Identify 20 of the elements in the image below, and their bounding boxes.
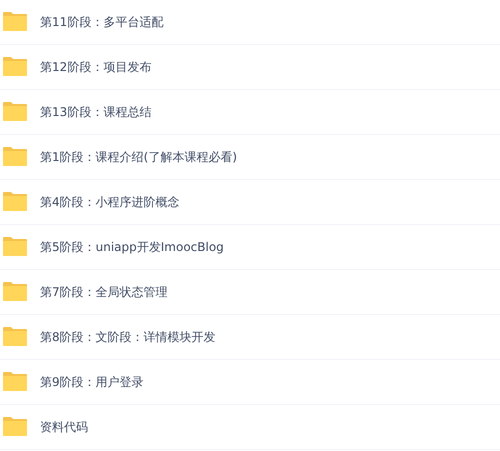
folder-name[interactable]: 第9阶段：用户登录 <box>40 374 144 390</box>
folder-icon <box>2 280 28 302</box>
folder-icon <box>2 236 28 256</box>
folder-name[interactable]: 第12阶段：项目发布 <box>40 58 152 76</box>
folder-icon <box>2 100 28 122</box>
folder-icon <box>2 326 28 346</box>
folder-name[interactable]: 第5阶段：uniapp开发ImoocBlog <box>40 238 224 256</box>
folder-name[interactable]: 第1阶段：课程介绍(了解本课程必看) <box>40 148 237 166</box>
folder-name[interactable]: 资料代码 <box>40 418 88 436</box>
folder-name[interactable]: 第4阶段：小程序进阶概念 <box>40 194 180 210</box>
folder-name[interactable]: 第11阶段：多平台适配 <box>40 14 164 30</box>
folder-name[interactable]: 第7阶段：全局状态管理 <box>40 284 168 300</box>
folder-icon <box>2 190 28 212</box>
folder-icon <box>2 10 28 32</box>
folder-icon <box>2 370 28 392</box>
folder-icon <box>2 146 28 166</box>
folder-name[interactable]: 第13阶段：课程总结 <box>40 104 152 120</box>
folder-icon <box>2 56 28 76</box>
folder-icon <box>2 416 28 436</box>
folder-name[interactable]: 第8阶段：文阶段：详情模块开发 <box>40 328 216 346</box>
